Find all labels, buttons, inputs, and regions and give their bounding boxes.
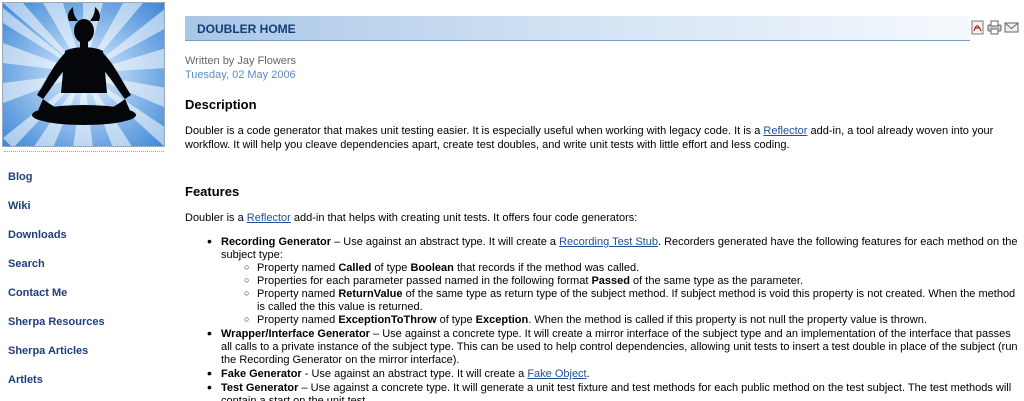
nav-link-blog[interactable]: Blog xyxy=(8,171,32,183)
nav-link-search[interactable]: Search xyxy=(8,258,45,270)
sidebar: Blog Wiki Downloads Search Contact Me Sh… xyxy=(0,0,166,401)
features-intro-part1: Doubler is a xyxy=(185,212,247,224)
page-title: DOUBLER HOME xyxy=(197,22,296,36)
features-heading: Features xyxy=(185,184,240,199)
sub-text: Property named xyxy=(257,314,339,326)
sub-text: of type xyxy=(371,262,411,274)
title-bar: DOUBLER HOME xyxy=(185,16,970,41)
sub-bold: ReturnValue xyxy=(338,288,403,300)
pdf-icon[interactable] xyxy=(970,20,985,35)
sub-item-exception: Property named ExceptionToThrow of type … xyxy=(244,313,1021,327)
nav-item-blog[interactable]: Blog xyxy=(0,168,166,197)
feature-name: Test Generator xyxy=(221,382,299,394)
reflector-link[interactable]: Reflector xyxy=(763,125,807,137)
main-nav: Blog Wiki Downloads Search Contact Me Sh… xyxy=(0,168,166,400)
description-text: Doubler is a code generator that makes u… xyxy=(185,124,1015,152)
recording-test-stub-link[interactable]: Recording Test Stub xyxy=(559,236,658,248)
recorder-features: Property named Called of type Boolean th… xyxy=(244,261,1021,327)
nav-item-search[interactable]: Search xyxy=(0,255,166,284)
nav-link-downloads[interactable]: Downloads xyxy=(8,229,67,241)
feature-text: – Use against an abstract type. It will … xyxy=(331,236,560,248)
feature-recording-generator: Recording Generator – Use against an abs… xyxy=(207,235,1021,327)
sub-text: of type xyxy=(436,314,476,326)
sidebar-divider xyxy=(4,151,164,152)
sub-bold: Boolean xyxy=(410,262,454,274)
sub-bold: Exception xyxy=(475,314,529,326)
author-line: Written by Jay Flowers xyxy=(185,55,297,67)
feature-list: Recording Generator – Use against an abs… xyxy=(207,235,1021,401)
nav-link-contact[interactable]: Contact Me xyxy=(8,287,67,299)
nav-link-artlets[interactable]: Artlets xyxy=(8,374,43,386)
feature-name: Wrapper/Interface Generator xyxy=(221,328,370,340)
feature-text: – Use against a concrete type. It will g… xyxy=(221,382,1012,401)
nav-link-wiki[interactable]: Wiki xyxy=(8,200,31,212)
nav-item-sherpa-articles[interactable]: Sherpa Articles xyxy=(0,342,166,371)
sub-bold: Passed xyxy=(591,275,630,287)
feature-text-end: . xyxy=(586,368,590,380)
sub-text: of the same type as the parameter. xyxy=(629,275,804,287)
nav-item-sherpa-resources[interactable]: Sherpa Resources xyxy=(0,313,166,342)
nav-link-sherpa-resources[interactable]: Sherpa Resources xyxy=(8,316,105,328)
nav-item-artlets[interactable]: Artlets xyxy=(0,371,166,400)
publish-date: Tuesday, 02 May 2006 xyxy=(185,69,296,81)
article-tools xyxy=(970,20,1019,38)
sub-text: Property named xyxy=(257,262,339,274)
sub-text: . When the method is called if this prop… xyxy=(528,314,927,326)
sub-item-called: Property named Called of type Boolean th… xyxy=(244,261,1021,275)
description-heading: Description xyxy=(185,97,257,112)
feature-fake-generator: Fake Generator - Use against an abstract… xyxy=(207,367,1021,381)
feature-test-generator: Test Generator – Use against a concrete … xyxy=(207,381,1021,401)
sub-bold: Called xyxy=(338,262,372,274)
features-intro: Doubler is a Reflector add-in that helps… xyxy=(185,211,1015,225)
nav-link-sherpa-articles[interactable]: Sherpa Articles xyxy=(8,345,88,357)
feature-text: - Use against an abstract type. It will … xyxy=(301,368,528,380)
site-logo[interactable] xyxy=(2,2,165,147)
feature-name: Recording Generator xyxy=(221,236,332,248)
description-text-part1: Doubler is a code generator that makes u… xyxy=(185,125,764,137)
print-icon[interactable] xyxy=(987,20,1002,35)
feature-name: Fake Generator xyxy=(221,368,302,380)
sub-item-return-value: Property named ReturnValue of the same t… xyxy=(244,287,1021,314)
sub-item-passed: Properties for each parameter passed nam… xyxy=(244,274,1021,288)
sub-bold: ExceptionToThrow xyxy=(338,314,437,326)
email-icon[interactable] xyxy=(1004,20,1019,35)
nav-item-downloads[interactable]: Downloads xyxy=(0,226,166,255)
article: DOUBLER HOME Written by Jay Flowers Tues… xyxy=(185,0,1024,401)
fake-object-link[interactable]: Fake Object xyxy=(527,368,586,380)
nav-item-wiki[interactable]: Wiki xyxy=(0,197,166,226)
sub-text: Property named xyxy=(257,288,339,300)
sub-text: that records if the method was called. xyxy=(453,262,640,274)
reflector-link-2[interactable]: Reflector xyxy=(247,212,291,224)
sub-text: Properties for each parameter passed nam… xyxy=(257,275,592,287)
meditation-logo-icon xyxy=(3,3,164,146)
features-intro-part2: add-in that helps with creating unit tes… xyxy=(290,212,638,224)
nav-item-contact[interactable]: Contact Me xyxy=(0,284,166,313)
feature-wrapper-generator: Wrapper/Interface Generator – Use agains… xyxy=(207,327,1021,367)
